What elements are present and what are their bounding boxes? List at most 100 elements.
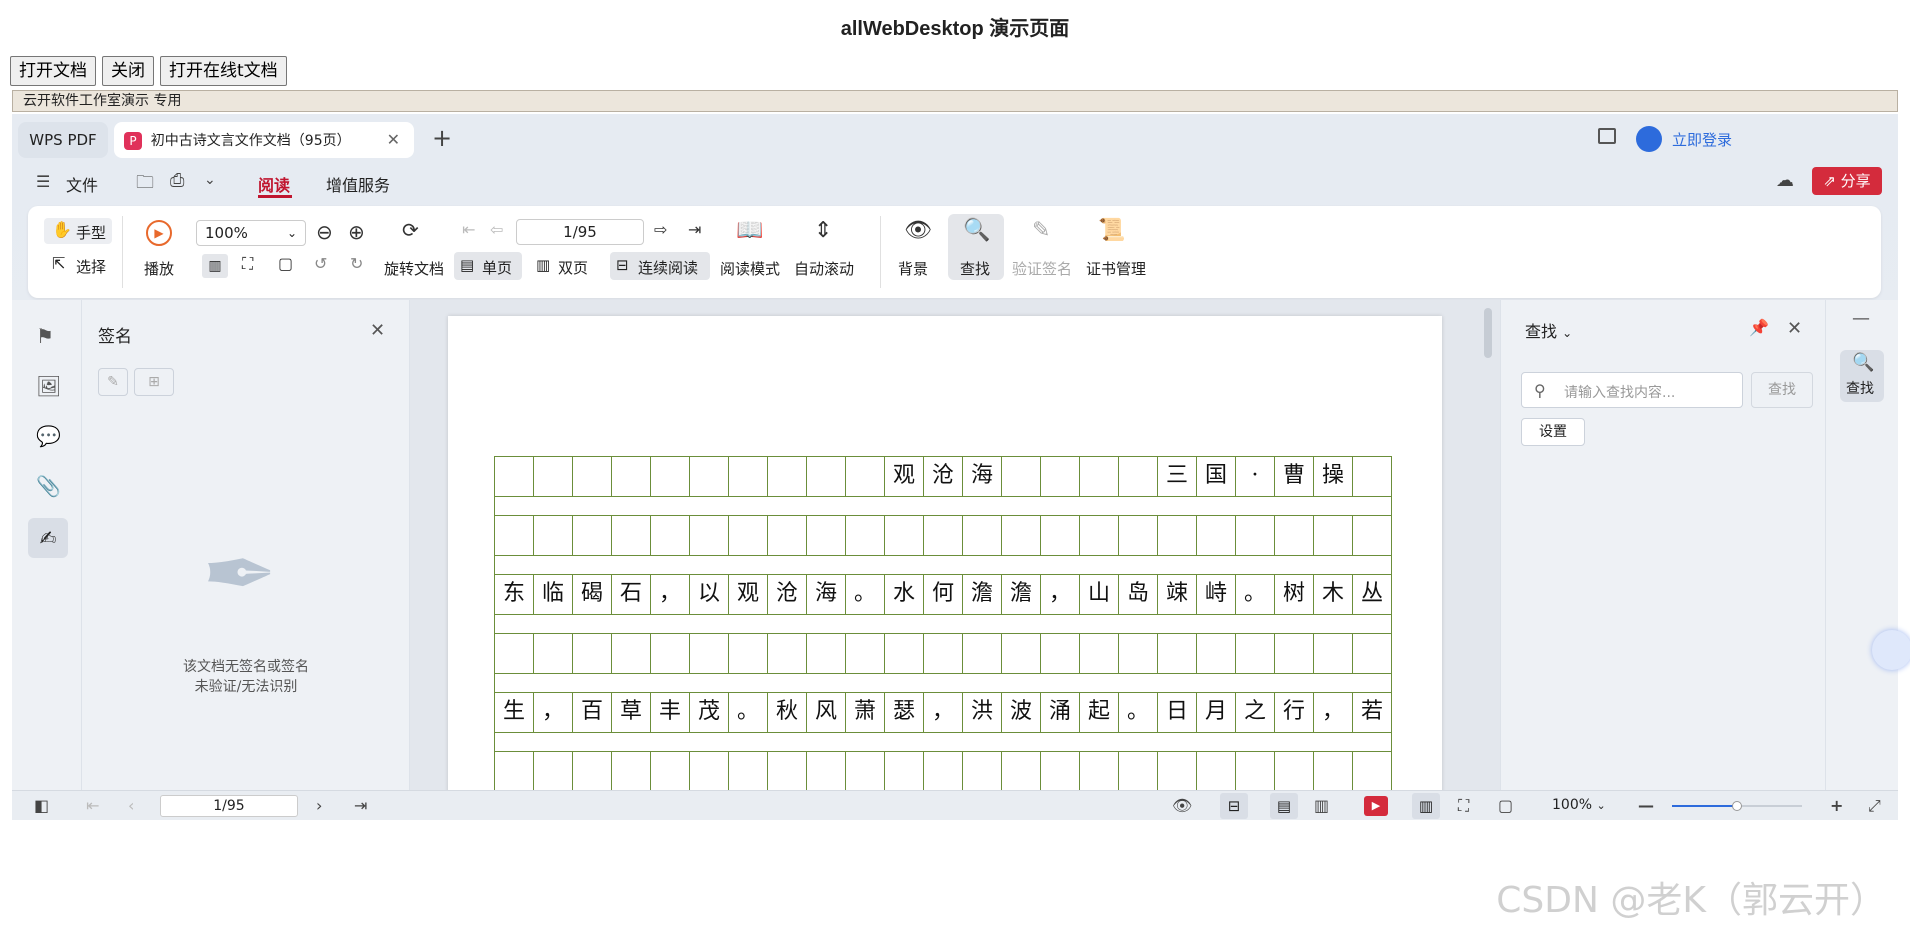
- share-button[interactable]: ⇗ 分享: [1812, 167, 1882, 195]
- close-panel-icon[interactable]: ✕: [370, 320, 385, 341]
- eye-icon[interactable]: 👁: [904, 218, 932, 243]
- verify-signature-icon[interactable]: ✎: [1032, 218, 1050, 243]
- close-tab-icon[interactable]: ✕: [387, 122, 400, 158]
- close-panel-icon[interactable]: ✕: [1787, 318, 1802, 339]
- bookmark-icon[interactable]: ⚑: [36, 324, 54, 348]
- comment-icon[interactable]: 💬: [36, 424, 61, 448]
- fit-width-icon[interactable]: ⛶: [242, 254, 253, 274]
- menu-file[interactable]: 文件: [66, 172, 98, 196]
- grid-cell: [924, 633, 963, 673]
- print-icon[interactable]: ⎙: [170, 170, 184, 191]
- grid-cell: 沧: [924, 456, 963, 496]
- assistant-float-icon[interactable]: [1872, 630, 1910, 670]
- login-link[interactable]: 立即登录: [1672, 129, 1732, 150]
- last-page-icon[interactable]: ⇥: [354, 796, 367, 815]
- rotate-document-icon[interactable]: ⟳: [402, 218, 419, 242]
- status-zoom-value: 100%: [1552, 797, 1593, 813]
- pin-icon[interactable]: 📌: [1749, 318, 1769, 337]
- continuous-read-button[interactable]: ⊟ 连续阅读: [610, 252, 710, 280]
- continuous-mode-icon[interactable]: ⊟: [1220, 793, 1248, 819]
- zoom-select[interactable]: 100% ⌄: [196, 220, 306, 246]
- next-page-icon[interactable]: ›: [316, 796, 322, 815]
- next-page-icon[interactable]: ⇨: [654, 220, 667, 239]
- fit-page-icon[interactable]: ▥: [1412, 793, 1440, 819]
- open-folder-icon[interactable]: 🗀: [136, 170, 154, 200]
- prev-page-icon[interactable]: ⇦: [490, 220, 503, 239]
- actual-size-icon[interactable]: ▢: [1498, 796, 1513, 815]
- select-tool-button[interactable]: ⇱ 选择: [44, 252, 112, 278]
- background-label[interactable]: 背景: [898, 258, 928, 279]
- fit-page-icon[interactable]: ▥: [202, 254, 228, 278]
- open-document-button[interactable]: 打开文档: [10, 56, 96, 86]
- chevron-down-icon: ⌄: [1596, 799, 1606, 812]
- grid-gap: [494, 555, 1392, 574]
- zoom-in-icon[interactable]: +: [1830, 796, 1843, 815]
- auto-scroll-icon[interactable]: ⇕: [814, 218, 832, 243]
- cloud-upload-icon[interactable]: ☁: [1776, 170, 1794, 191]
- grid-cell: 瑟: [885, 692, 924, 732]
- hand-tool-button[interactable]: ✋ 手型: [44, 218, 112, 244]
- certificate-icon[interactable]: 📜: [1098, 218, 1125, 243]
- grid-cell: [651, 751, 690, 790]
- certificate-manage-label[interactable]: 证书管理: [1086, 258, 1146, 279]
- grid-cell: 海: [963, 456, 1002, 496]
- rotate-left-icon[interactable]: ↺: [314, 254, 327, 273]
- status-zoom-select[interactable]: 100% ⌄: [1552, 797, 1606, 813]
- menu-value-added[interactable]: 增值服务: [326, 172, 390, 196]
- find-panel-title[interactable]: 查找 ⌄: [1525, 318, 1572, 342]
- page-number-input[interactable]: 1/95: [516, 219, 644, 245]
- zoom-out-icon[interactable]: —: [1638, 796, 1654, 815]
- find-button[interactable]: 🔍 查找: [948, 214, 1004, 280]
- eye-icon[interactable]: 👁: [1172, 796, 1192, 815]
- fit-width-icon[interactable]: ⛶: [1458, 796, 1469, 816]
- auto-scroll-label[interactable]: 自动滚动: [794, 258, 854, 279]
- sidebar-toggle-icon[interactable]: ◧: [34, 796, 49, 815]
- close-button[interactable]: 关闭: [102, 56, 154, 86]
- tab-document[interactable]: P 初中古诗文言文作文档（95页） ✕: [114, 122, 414, 158]
- status-page-input[interactable]: 1/95: [160, 795, 298, 817]
- open-online-document-button[interactable]: 打开在线t文档: [160, 56, 287, 86]
- attachment-icon[interactable]: 📎: [36, 474, 61, 498]
- find-rail-button[interactable]: 🔍 查找: [1840, 350, 1884, 402]
- double-page-button[interactable]: ▥ 双页: [530, 252, 610, 280]
- zoom-slider-thumb[interactable]: [1732, 801, 1742, 811]
- rotate-right-icon[interactable]: ↻: [350, 254, 363, 273]
- zoom-out-icon[interactable]: ⊖: [316, 220, 333, 244]
- fullscreen-icon[interactable]: ⤢: [1868, 796, 1881, 816]
- grid-cell: [651, 515, 690, 555]
- double-page-icon[interactable]: ▥: [1314, 796, 1329, 815]
- actual-size-icon[interactable]: ▢: [278, 254, 293, 273]
- tab-wps-pdf[interactable]: WPS PDF: [18, 122, 108, 158]
- prev-page-icon[interactable]: ‹: [128, 796, 134, 815]
- grid-view-icon[interactable]: ⊞: [134, 368, 174, 396]
- avatar-icon[interactable]: [1636, 126, 1662, 152]
- first-page-icon[interactable]: ⇤: [86, 796, 99, 815]
- new-tab-button[interactable]: +: [432, 124, 452, 152]
- first-page-icon[interactable]: ⇤: [462, 220, 475, 239]
- menu-hamburger-icon[interactable]: ☰: [36, 172, 50, 191]
- document-viewer[interactable]: 观沧海三国 · 曹操东临碣石，以观沧海。水何澹澹，山岛竦峙。树木丛生，百草丰茂。秋风…: [410, 300, 1500, 790]
- find-panel: 查找 ⌄ 📌 ✕ ⚲ 请输入查找内容... 查找 设置: [1500, 300, 1825, 790]
- play-icon[interactable]: ▶: [146, 220, 172, 246]
- thumbnail-icon[interactable]: 🖼: [36, 374, 61, 398]
- last-page-icon[interactable]: ⇥: [688, 220, 701, 239]
- menu-read[interactable]: 阅读: [258, 172, 290, 196]
- find-submit-button[interactable]: 查找: [1751, 372, 1813, 408]
- read-mode-label[interactable]: 阅读模式: [720, 258, 780, 279]
- zoom-in-icon[interactable]: ⊕: [348, 220, 365, 244]
- minimize-icon[interactable]: —: [1852, 308, 1870, 329]
- zoom-slider[interactable]: [1672, 801, 1802, 811]
- window-mode-icon[interactable]: [1598, 128, 1616, 144]
- find-settings-button[interactable]: 设置: [1521, 418, 1585, 446]
- chevron-down-icon[interactable]: ⌄: [204, 172, 216, 188]
- find-input[interactable]: ⚲ 请输入查找内容...: [1521, 372, 1743, 408]
- vertical-scrollbar[interactable]: [1484, 308, 1492, 358]
- play-icon[interactable]: ▶: [1364, 796, 1388, 816]
- signature-icon[interactable]: ✍: [28, 518, 68, 558]
- sign-pen-icon[interactable]: ✎: [98, 368, 128, 396]
- single-page-icon[interactable]: ▤: [1270, 793, 1298, 819]
- book-icon[interactable]: 📖: [736, 218, 763, 243]
- verify-signature-label[interactable]: 验证签名: [1012, 258, 1072, 279]
- rotate-document-label[interactable]: 旋转文档: [384, 258, 444, 279]
- single-page-button[interactable]: ▤ 单页: [454, 252, 522, 280]
